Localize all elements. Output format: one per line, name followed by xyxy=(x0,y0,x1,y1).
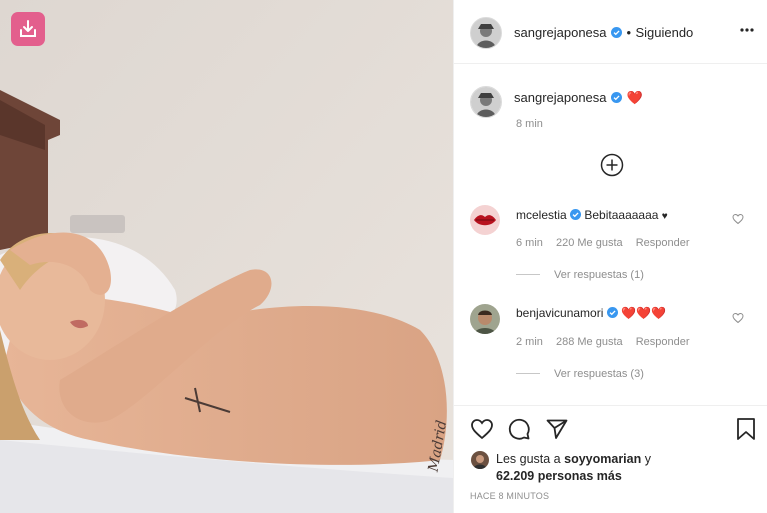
more-options-icon[interactable] xyxy=(739,22,755,38)
man-avatar-image xyxy=(470,304,500,334)
post-author-username[interactable]: sangrejaponesa xyxy=(514,25,607,40)
comment-likes[interactable]: 288 Me gusta xyxy=(556,336,623,348)
author-photo xyxy=(471,18,501,48)
comment-time: 6 min xyxy=(516,237,543,249)
liked-by-user[interactable]: soyyomarian xyxy=(564,452,641,466)
like-comment-heart-icon[interactable] xyxy=(732,213,744,225)
comment-2: benjavicunamori ❤️❤️❤️ xyxy=(516,306,666,320)
comment-username[interactable]: benjavicunamori xyxy=(516,306,603,320)
post-sidebar: sangrejaponesa • Siguiendo sangrejapones… xyxy=(453,0,767,513)
comment-time: 2 min xyxy=(516,336,543,348)
post-timestamp[interactable]: HACE 8 MINUTOS xyxy=(470,491,549,501)
lips-avatar-image xyxy=(470,205,500,235)
comment-text-heart: ♥ xyxy=(661,211,668,222)
caption-heart-emoji: ❤️ xyxy=(626,90,643,105)
liked-by-avatar[interactable] xyxy=(471,451,489,469)
comment-text: ❤️❤️❤️ xyxy=(621,306,666,320)
liked-by-prefix: Les gusta a xyxy=(496,452,561,466)
verified-badge-icon xyxy=(610,92,622,103)
comment-meta: 6 min 220 Me gusta Responder xyxy=(516,237,690,249)
comment-avatar[interactable] xyxy=(470,205,500,235)
post-header-text: sangrejaponesa • Siguiendo xyxy=(514,24,693,42)
post-author-avatar[interactable] xyxy=(470,17,502,49)
comment-username[interactable]: mcelestia xyxy=(516,208,567,222)
save-button[interactable] xyxy=(735,417,757,441)
caption-time: 8 min xyxy=(516,118,543,130)
liked-by-and: y xyxy=(644,452,651,466)
view-replies-button[interactable]: Ver respuestas (3) xyxy=(554,368,644,380)
heart-icon xyxy=(471,419,493,440)
replies-line xyxy=(516,373,540,374)
comment-button[interactable] xyxy=(507,417,531,441)
download-button[interactable] xyxy=(11,12,45,46)
paper-plane-icon xyxy=(546,419,568,439)
header-divider xyxy=(454,63,767,64)
comment-1: mcelestia Bebitaaaaaaa ♥ xyxy=(516,208,668,222)
view-replies-button[interactable]: Ver respuestas (1) xyxy=(554,269,644,281)
actions-divider xyxy=(454,405,767,406)
comment-meta: 2 min 288 Me gusta Responder xyxy=(516,336,690,348)
like-comment-heart-icon[interactable] xyxy=(732,312,744,324)
liker-photo xyxy=(471,451,489,469)
share-button[interactable] xyxy=(545,417,569,441)
verified-badge-icon xyxy=(570,209,582,220)
download-icon xyxy=(20,20,36,37)
author-photo xyxy=(471,87,501,117)
load-more-comments-button[interactable] xyxy=(600,153,624,177)
caption-author-avatar[interactable] xyxy=(470,86,502,118)
like-button[interactable] xyxy=(470,417,494,441)
caption-username[interactable]: sangrejaponesa xyxy=(514,90,607,105)
replies-line xyxy=(516,274,540,275)
comment-reply-button[interactable]: Responder xyxy=(636,237,690,249)
post-photo[interactable]: Madrid xyxy=(0,0,453,513)
bookmark-icon xyxy=(737,418,755,440)
plus-circle-icon xyxy=(600,153,624,177)
comment-bubble-icon xyxy=(508,418,530,440)
verified-badge-icon xyxy=(610,27,622,38)
comment-text: Bebitaaaaaaa xyxy=(584,208,659,222)
comment-avatar[interactable] xyxy=(470,304,500,334)
following-button[interactable]: Siguiendo xyxy=(635,25,693,40)
verified-badge-icon xyxy=(606,307,618,318)
post-image xyxy=(0,0,453,513)
dot-separator: • xyxy=(626,25,631,40)
liked-by-others[interactable]: 62.209 personas más xyxy=(496,469,622,483)
comment-likes[interactable]: 220 Me gusta xyxy=(556,237,623,249)
comment-reply-button[interactable]: Responder xyxy=(636,336,690,348)
caption: sangrejaponesa ❤️ xyxy=(514,89,643,107)
liked-by-line: Les gusta a soyyomarian y xyxy=(496,452,651,466)
